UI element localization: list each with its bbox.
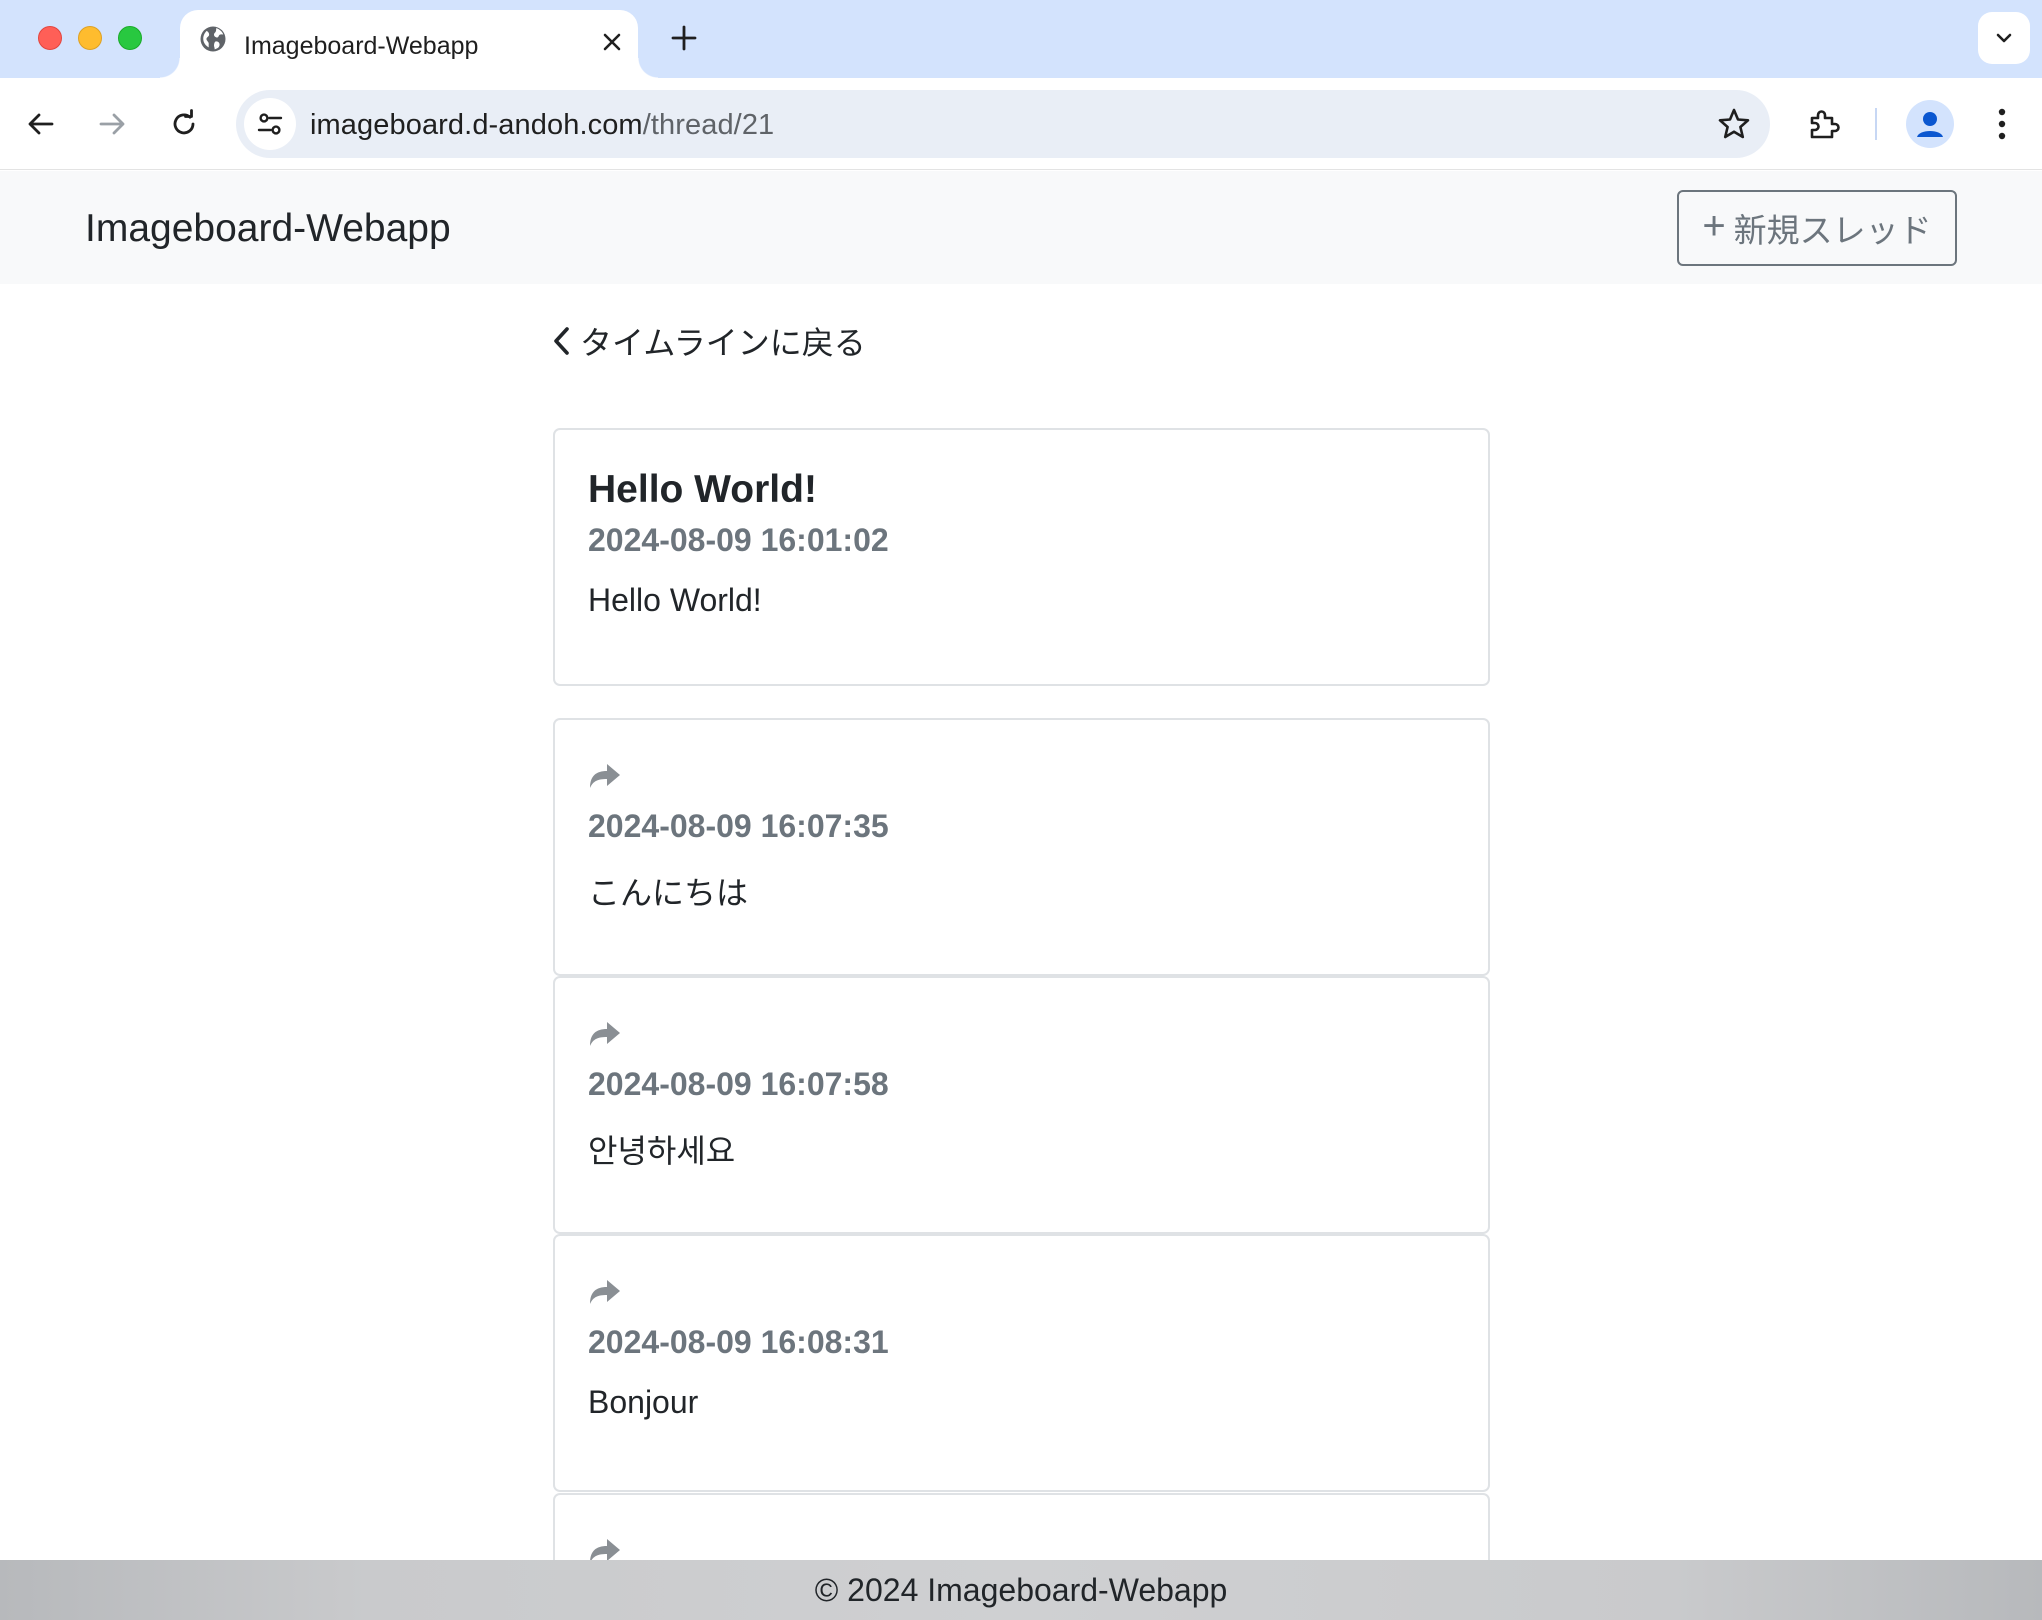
site-footer: © 2024 Imageboard-Webapp — [0, 1560, 2042, 1620]
reply-arrow-icon — [590, 764, 620, 788]
zoom-window-button[interactable] — [118, 26, 142, 50]
url-text: imageboard.d-andoh.com/thread/21 — [310, 109, 774, 142]
reply-body: 안녕하세요 — [588, 1132, 736, 1170]
site-navbar: Imageboard-Webapp + 新規スレッド — [0, 171, 2042, 284]
footer-copyright: © 2024 Imageboard-Webapp — [814, 1571, 1228, 1608]
url-host: imageboard.d-andoh.com — [310, 109, 643, 141]
plus-icon: + — [1702, 204, 1726, 248]
bookmark-star-icon[interactable] — [1716, 106, 1752, 142]
new-thread-button[interactable]: + 新規スレッド — [1677, 190, 1957, 266]
back-arrow-icon[interactable] — [17, 100, 65, 148]
tab-search-chevron-down-icon[interactable] — [1978, 12, 2030, 64]
globe-icon — [200, 26, 226, 52]
address-bar[interactable]: imageboard.d-andoh.com/thread/21 — [236, 90, 1770, 158]
reply-timestamp: 2024-08-09 16:08:31 — [588, 1324, 889, 1360]
reply-body: Bonjour — [588, 1384, 699, 1420]
close-window-button[interactable] — [38, 26, 62, 50]
reply-body: こんにちは — [588, 874, 749, 912]
new-thread-label: 新規スレッド — [1733, 211, 1932, 250]
reply-card: 2024-08-09 16:07:58 안녕하세요 — [553, 976, 1490, 1234]
more-vertical-menu-icon[interactable] — [1978, 100, 2026, 148]
back-link-label: タイムラインに戻る — [580, 324, 866, 362]
back-to-timeline-link[interactable]: タイムラインに戻る — [550, 318, 866, 364]
reply-card: 2024-08-09 16:07:35 こんにちは — [553, 718, 1490, 976]
toolbar-divider — [1875, 108, 1877, 140]
browser-tab-active[interactable]: Imageboard-Webapp — [160, 10, 658, 78]
browser-tabstrip: Imageboard-Webapp — [0, 0, 2042, 78]
tab-title: Imageboard-Webapp — [244, 32, 479, 60]
forward-arrow-icon[interactable] — [88, 100, 136, 148]
chevron-left-icon — [554, 327, 569, 355]
reply-arrow-icon — [590, 1022, 620, 1046]
site-settings-tune-icon[interactable] — [244, 98, 296, 150]
new-tab-plus-icon[interactable] — [668, 22, 700, 54]
url-path: /thread/21 — [642, 109, 775, 141]
reply-timestamp: 2024-08-09 16:07:58 — [588, 1066, 889, 1102]
site-brand-link[interactable]: Imageboard-Webapp — [85, 207, 451, 251]
reload-icon[interactable] — [160, 100, 208, 148]
reply-timestamp: 2024-08-09 16:07:35 — [588, 808, 889, 844]
tab-close-icon[interactable] — [598, 28, 626, 56]
thread-op-card: Hello World! 2024-08-09 16:01:02 Hello W… — [553, 428, 1490, 686]
reply-card: 2024-08-09 16:08:31 Bonjour — [553, 1234, 1490, 1492]
reply-arrow-icon — [590, 1280, 620, 1304]
thread-body: Hello World! — [588, 582, 762, 618]
thread-timestamp: 2024-08-09 16:01:02 — [588, 522, 889, 558]
browser-toolbar: imageboard.d-andoh.com/thread/21 — [0, 78, 2042, 170]
profile-avatar-icon[interactable] — [1906, 100, 1954, 148]
thread-title: Hello World! — [588, 468, 817, 511]
minimize-window-button[interactable] — [78, 26, 102, 50]
extensions-puzzle-icon[interactable] — [1800, 100, 1848, 148]
